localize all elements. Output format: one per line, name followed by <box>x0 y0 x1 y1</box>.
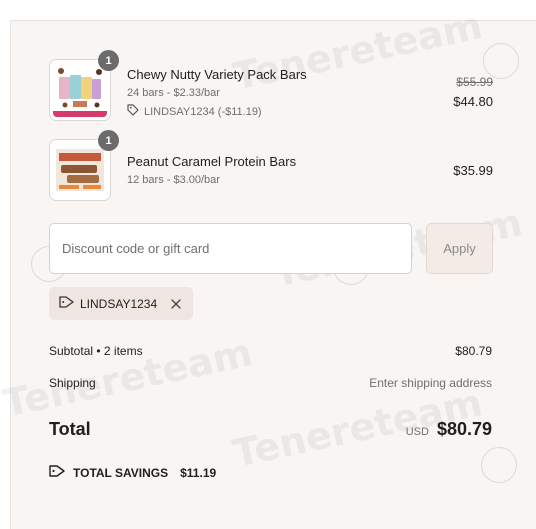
applied-discount-line: LINDSAY1234 (-$11.19) <box>127 104 262 119</box>
variety-pack-image <box>53 63 107 117</box>
product-thumbnail: 1 <box>49 50 119 121</box>
subtotal-value: $80.79 <box>455 344 492 358</box>
discount-text: LINDSAY1234 (-$11.19) <box>144 105 262 118</box>
protein-bars-image <box>53 143 107 197</box>
line-item: 1 Chewy Nutty Variety Pack Bars 24 bars … <box>49 50 493 125</box>
currency-code: USD <box>405 426 429 438</box>
item-price: $44.80 <box>453 94 493 109</box>
order-summary-panel: Tenereteam Tenereteam Tenereteam Teneret… <box>0 3 536 529</box>
product-thumbnail: 1 <box>49 130 119 201</box>
apply-button[interactable]: Apply <box>426 223 493 274</box>
total-value-group: USD $80.79 <box>406 419 492 440</box>
quantity-badge: 1 <box>98 130 119 151</box>
savings-amount: $11.19 <box>180 465 217 480</box>
close-icon[interactable] <box>169 297 183 311</box>
tag-icon <box>127 104 139 119</box>
product-unit-info: 24 bars - $2.33/bar <box>127 87 220 99</box>
applied-code-label: LINDSAY1234 <box>80 296 158 311</box>
savings-label: TOTAL SAVINGS <box>73 465 169 480</box>
watermark-seal <box>481 447 517 483</box>
shipping-value: Enter shipping address <box>369 376 492 390</box>
discount-code-input[interactable] <box>49 223 412 274</box>
product-unit-info: 12 bars - $3.00/bar <box>127 174 220 186</box>
product-name: Chewy Nutty Variety Pack Bars <box>127 67 307 82</box>
applied-code-chip: LINDSAY1234 <box>49 287 194 320</box>
shipping-label: Shipping <box>49 376 96 390</box>
savings-tag-icon <box>49 464 65 481</box>
item-price: $35.99 <box>453 163 493 178</box>
product-name: Peanut Caramel Protein Bars <box>127 154 297 169</box>
line-item: 1 Peanut Caramel Protein Bars 12 bars - … <box>49 130 493 205</box>
tag-icon <box>59 295 74 312</box>
total-label: Total <box>49 419 91 439</box>
quantity-badge: 1 <box>98 50 119 71</box>
subtotal-label: Subtotal • 2 items <box>49 344 143 358</box>
original-price: $55.99 <box>456 75 493 89</box>
total-savings: TOTAL SAVINGS $11.19 <box>49 464 216 481</box>
total-amount: $80.79 <box>436 419 492 439</box>
